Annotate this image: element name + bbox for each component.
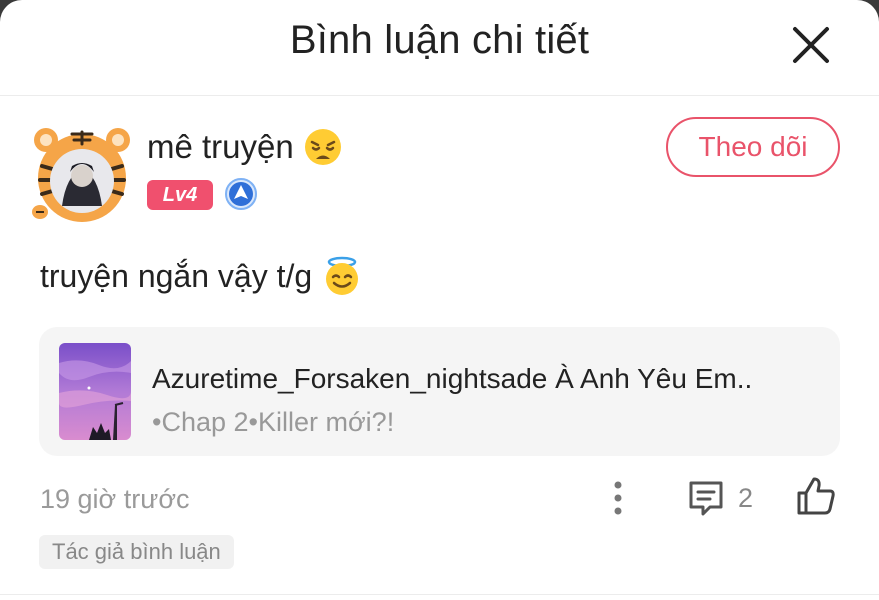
smiling-face-with-halo-emoji-icon [326, 256, 359, 295]
level-badge: Lv4 [147, 180, 213, 210]
more-options-button[interactable] [604, 478, 632, 518]
header: Bình luận chi tiết [0, 0, 879, 96]
story-chapter: •Chap 2•Killer mới?! [152, 407, 395, 437]
story-card[interactable]: Azuretime_Forsaken_nightsade À Anh Yêu E… [39, 327, 840, 456]
close-button[interactable] [788, 22, 834, 68]
tiger-frame-avatar-icon [32, 128, 130, 222]
story-thumbnail [59, 343, 131, 440]
more-vertical-icon [614, 481, 622, 515]
comment-text: truyện ngắn vậy t/g [40, 257, 313, 294]
comment-body: truyện ngắn vậy t/g [40, 256, 362, 296]
follow-button[interactable]: Theo dõi [666, 117, 840, 177]
comment-bubble-icon [689, 481, 723, 516]
rank-badge [224, 177, 258, 211]
weary-face-emoji-icon [304, 129, 341, 165]
comment-detail-sheet: Bình luận chi tiết mê truyện Lv4 Theo dõ… [0, 0, 879, 600]
like-button[interactable] [794, 474, 838, 518]
thumbs-up-icon [797, 477, 835, 515]
username-row: mê truyện [147, 128, 342, 166]
blue-rank-badge-icon [225, 178, 257, 210]
comment-timestamp: 19 giờ trước [40, 484, 190, 514]
story-title: Azuretime_Forsaken_nightsade À Anh Yêu E… [152, 363, 753, 394]
reply-button[interactable]: 2 [686, 477, 753, 519]
close-icon [793, 27, 829, 63]
username[interactable]: mê truyện [147, 128, 294, 166]
page-title: Bình luận chi tiết [289, 18, 590, 62]
avatar[interactable] [32, 126, 132, 222]
divider [0, 594, 879, 595]
story-cover-image [59, 343, 131, 440]
reply-count: 2 [738, 482, 754, 513]
author-comment-tag: Tác giả bình luận [39, 535, 234, 569]
